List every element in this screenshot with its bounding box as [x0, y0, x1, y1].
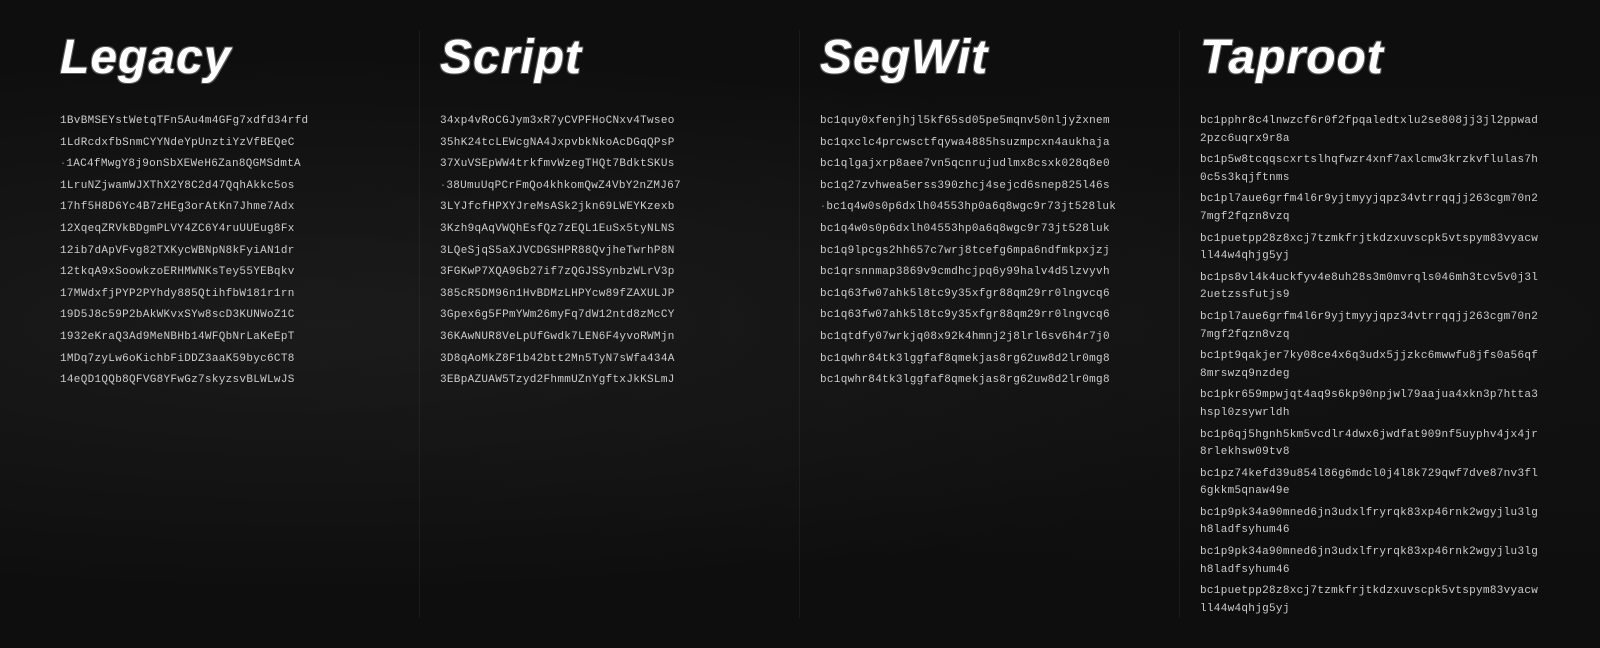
address-item: bc1quy0xfenjhjl5kf65sd05pe5mqnv50nljyžxn… [820, 113, 1159, 131]
address-item: bc1qtdfy07wrkjq08x92k4hmnj2j8lrl6sv6h4r7… [820, 329, 1159, 347]
address-item: 1932eKraQ3Ad9MeNBHb14WFQbNrLaKeEpT [60, 329, 399, 347]
address-item: 1BvBMSEYstWetqTFn5Au4m4GFg7xdfd34rfd [60, 113, 399, 131]
address-item: 385cR5DM96n1HvBDMzLHPYcw89fZAXULJP [440, 286, 779, 304]
address-item: 3EBpAZUAW5Tzyd2FhmmUZnYgftxJkKSLmJ [440, 372, 779, 390]
address-item: 35hK24tcLEWcgNA4JxpvbkNkoAcDGqQPsP [440, 135, 779, 153]
address-item: bc1pphr8c4lnwzcf6r0f2fpqaledtxlu2se808jj… [1200, 113, 1540, 148]
address-item: 3Gpex6g5FPmYWm26myFq7dW12ntd8zMcCY [440, 307, 779, 325]
address-item: bc1q63fw07ahk5l8tc9y35xfgr88qm29rr0lngvc… [820, 307, 1159, 325]
address-item: 34xp4vRoCGJym3xR7yCVPFHoCNxv4Twseo [440, 113, 779, 131]
address-item: bc1qxclc4prcwsctfqywa4885hsuzmpcxn4aukha… [820, 135, 1159, 153]
address-item: bc1pz74kefd39u854l86g6mdcl0j4l8k729qwf7d… [1200, 466, 1540, 501]
address-item: bc1q63fw07ahk5l8tc9y35xfgr88qm29rr0lngvc… [820, 286, 1159, 304]
address-item: 17MWdxfjPYP2PYhdy885QtihfbW181r1rn [60, 286, 399, 304]
address-item: 1MDq7zyLw6oKichbFiDDZ3aaK59byc6CT8 [60, 351, 399, 369]
column-legacy: Legacy 1BvBMSEYstWetqTFn5Au4m4GFg7xdfd34r… [40, 30, 420, 618]
address-item: 3LYJfcfHPXYJreMsASk2jkn69LWEYKzexb [440, 199, 779, 217]
address-item: bc1q27zvhwea5erss390zhcj4sejcd6snep825l4… [820, 178, 1159, 196]
address-item: 3Kzh9qAqVWQhEsfQz7zEQL1EuSx5tyNLNS [440, 221, 779, 239]
legacy-address-list: 1BvBMSEYstWetqTFn5Au4m4GFg7xdfd34rfd 1LdR… [60, 113, 399, 390]
script-title: Script [440, 30, 779, 85]
segwit-address-list: bc1quy0xfenjhjl5kf65sd05pe5mqnv50nljyžxn… [820, 113, 1159, 390]
dot-marker: · [60, 159, 66, 170]
address-item: 1LruNZjwamWJXThX2Y8C2d47QqhAkkc5os [60, 178, 399, 196]
address-item: bc1pl7aue6grfm4l6r9yjtmyyjqpz34vtrrqqjj2… [1200, 309, 1540, 344]
address-item: 12tkqA9xSoowkzoERHMWNKsTey55YEBqkv [60, 264, 399, 282]
address-item: bc1qrsnnmap3869v9cmdhcjpq6y99halv4d5lzvy… [820, 264, 1159, 282]
address-item: 3FGKwP7XQA9Gb27if7zQGJSSynbzWLrV3p [440, 264, 779, 282]
address-item: bc1puetpp28z8xcj7tzmkfrjtkdzxuvscpk5vtsp… [1200, 231, 1540, 266]
address-item: ·38UmuUqPCrFmQo4khkomQwZ4VbY2nZMJ67 [440, 178, 779, 196]
column-segwit: SegWit bc1quy0xfenjhjl5kf65sd05pe5mqnv50n… [800, 30, 1180, 618]
address-item: bc1qwhr84tk3lggfaf8qmekjas8rg62uw8d2lr0m… [820, 372, 1159, 390]
column-script: Script 34xp4vRoCGJym3xR7yCVPFHoCNxv4Twseo… [420, 30, 800, 618]
address-item: bc1p9pk34a90mned6jn3udxlfryrqk83xp46rnk2… [1200, 544, 1540, 579]
address-item: bc1ps8vl4k4uckfyv4e8uh28s3m0mvrqls046mh3… [1200, 270, 1540, 305]
segwit-title: SegWit [820, 30, 1159, 85]
address-item: 17hf5H8D6Yc4B7zHEg3orAtKn7Jhme7Adx [60, 199, 399, 217]
legacy-title: Legacy [60, 30, 399, 85]
address-item: 12XqeqZRVkBDgmPLVY4ZC6Y4ruUUEug8Fx [60, 221, 399, 239]
address-item: bc1p5w8tcqqscxrtslhqfwzr4xnf7axlcmw3krzk… [1200, 152, 1540, 187]
address-item: bc1qwhr84tk3lggfaf8qmekjas8rg62uw8d2lr0m… [820, 351, 1159, 369]
address-item: bc1pt9qakjer7ky08ce4x6q3udx5jjzkc6mwwfu8… [1200, 348, 1540, 383]
address-item: 1LdRcdxfbSnmCYYNdeYpUnztiYzVfBEQeC [60, 135, 399, 153]
script-address-list: 34xp4vRoCGJym3xR7yCVPFHoCNxv4Twseo 35hK24… [440, 113, 779, 390]
dot-marker: · [820, 202, 826, 213]
address-item: bc1puetpp28z8xcj7tzmkfrjtkdzxuvscpk5vtsp… [1200, 583, 1540, 618]
address-item: bc1pkr659mpwjqt4aq9s6kp90npjwl79aajua4xk… [1200, 387, 1540, 422]
address-item: ·bc1q4w0s0p6dxlh04553hp0a6q8wgc9r73jt528… [820, 199, 1159, 217]
address-item: bc1q4w0s0p6dxlh04553hp0a6q8wgc9r73jt528l… [820, 221, 1159, 239]
address-item: 3D8qAoMkZ8F1b42btt2Mn5TyN7sWfa434A [440, 351, 779, 369]
address-item: 37XuVSEpWW4trkfmvWzegTHQt7BdktSKUs [440, 156, 779, 174]
address-item: ·1AC4fMwgY8j9onSbXEWeH6Zan8QGMSdmtA [60, 156, 399, 174]
address-item: bc1pl7aue6grfm4l6r9yjtmyyjqpz34vtrrqqjj2… [1200, 191, 1540, 226]
column-taproot: Taproot bc1pphr8c4lnwzcf6r0f2fpqaledtxlu2… [1180, 30, 1560, 618]
address-item: 36KAwNUR8VeLpUfGwdk7LEN6F4yvoRWMjn [440, 329, 779, 347]
address-item: 14eQD1QQb8QFVG8YFwGz7skyzsvBLWLwJS [60, 372, 399, 390]
page-container: Legacy 1BvBMSEYstWetqTFn5Au4m4GFg7xdfd34r… [0, 0, 1600, 648]
taproot-title: Taproot [1200, 30, 1540, 85]
address-item: bc1qlgajxrp8aee7vn5qcnrujudlmx8csxk028q8… [820, 156, 1159, 174]
address-item: bc1p6qj5hgnh5km5vcdlr4dwx6jwdfat909nf5uy… [1200, 427, 1540, 462]
address-item: bc1q9lpcgs2hh657c7wrj8tcefg6mpa6ndfmkpxj… [820, 243, 1159, 261]
address-item: 19D5J8c59P2bAkWKvxSYw8scD3KUNWoZ1C [60, 307, 399, 325]
address-item: bc1p9pk34a90mned6jn3udxlfryrqk83xp46rnk2… [1200, 505, 1540, 540]
address-item: 12ib7dApVFvg82TXKycWBNpN8kFyiAN1dr [60, 243, 399, 261]
taproot-address-list: bc1pphr8c4lnwzcf6r0f2fpqaledtxlu2se808jj… [1200, 113, 1540, 618]
address-item: 3LQeSjqS5aXJVCDGSHPR88QvjheTwrhP8N [440, 243, 779, 261]
dot-marker: · [440, 181, 446, 192]
